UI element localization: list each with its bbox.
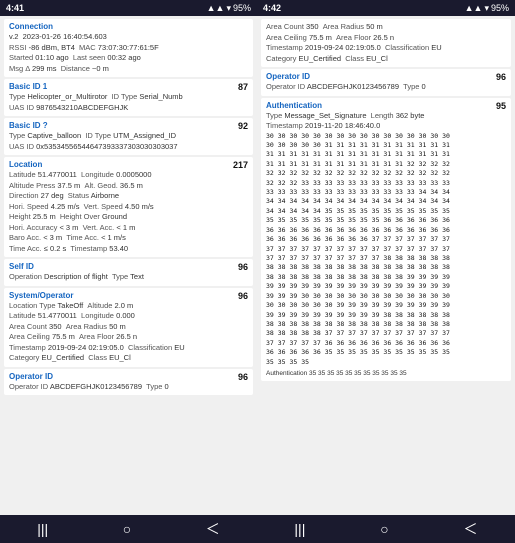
left-nav-home[interactable]: ○ [113,517,141,541]
right-nav-menu[interactable]: ||| [284,517,315,541]
authentication-title: Authentication [266,101,506,110]
left-phone: 4:41 ▲▲ ▾ 95% Connection v.2 2023-01-26 … [0,0,257,543]
right-top-section: Area Count 350 Area Radius 50 m Area Cei… [261,19,511,67]
auth-mono-data: 30 30 30 30 30 30 30 30 30 30 30 30 30 3… [266,132,506,368]
basic-id-1-row-1: Type Helicopter_or_Multirotor ID Type Se… [9,92,248,103]
battery-icon: 95% [233,3,251,13]
right-nav-home[interactable]: ○ [370,517,398,541]
basic-id-1-title: Basic ID 1 [9,82,248,91]
right-phone: 4:42 ▲▲ ▾ 95% Area Count 350 Area Radius… [257,0,515,543]
operator-id-right-section: 96 Operator ID Operator ID ABCDEFGHJK012… [261,69,511,96]
connection-title: Connection [9,22,248,31]
connection-row-3: Started 01:10 ago Last seen 00:32 ago [9,53,248,64]
location-title: Location [9,160,248,169]
system-operator-count: 96 [238,291,248,301]
signal-icon: ▲▲ [207,3,225,13]
left-nav-menu[interactable]: ||| [27,517,58,541]
basic-id-q-count: 92 [238,121,248,131]
operator-id-left-count: 96 [238,372,248,382]
right-nav-back[interactable]: ＜ [454,515,488,543]
authentication-section: 95 Authentication Type Message_Set_Signa… [261,98,511,382]
authentication-count: 95 [496,101,506,111]
basic-id-q-row-1: Type Captive_balloon ID Type UTM_Assigne… [9,131,248,142]
left-bottom-nav: ||| ○ ＜ [0,515,257,543]
operator-id-right-count: 96 [496,72,506,82]
self-id-title: Self ID [9,262,248,271]
basic-id-q-row-2: UAS ID 0x5353455654464739333730303030303… [9,142,248,153]
connection-row-1: v.2 2023-01-26 16:40:54.603 [9,32,248,43]
basic-id-q-title: Basic ID ? [9,121,248,130]
right-battery-icon: 95% [491,3,509,13]
left-status-icons: ▲▲ ▾ 95% [207,3,251,14]
basic-id-1-section: 87 Basic ID 1 Type Helicopter_or_Multiro… [4,79,253,116]
right-time: 4:42 [263,3,281,13]
left-content[interactable]: Connection v.2 2023-01-26 16:40:54.603 R… [0,16,257,515]
connection-section: Connection v.2 2023-01-26 16:40:54.603 R… [4,19,253,77]
connection-row-4: Msg Δ 299 ms Distance ~0 m [9,64,248,75]
basic-id-1-count: 87 [238,82,248,92]
right-status-icons: ▲▲ ▾ 95% [465,3,509,14]
right-status-bar: 4:42 ▲▲ ▾ 95% [257,0,515,16]
self-id-section: 96 Self ID Operation Description of flig… [4,259,253,286]
right-bottom-nav: ||| ○ ＜ [257,515,515,543]
auth-footer: Authentication 35 35 35 35 35 35 35 35 3… [266,369,407,378]
location-section: 217 Location Latitude 51.4770011 Longitu… [4,157,253,257]
operator-id-left-title: Operator ID [9,372,248,381]
left-status-bar: 4:41 ▲▲ ▾ 95% [0,0,257,16]
self-id-count: 96 [238,262,248,272]
location-count: 217 [233,160,248,170]
basic-id-q-section: 92 Basic ID ? Type Captive_balloon ID Ty… [4,118,253,155]
connection-row-2: RSSI -86 dBm, BT4 MAC 73:07:30:77:61:5F [9,43,248,54]
right-signal-icon: ▲▲ [465,3,483,13]
operator-id-right-title: Operator ID [266,72,506,81]
wifi-icon: ▾ [226,3,231,14]
system-operator-section: 96 System/Operator Location Type TakeOff… [4,288,253,367]
operator-id-left-section: 96 Operator ID Operator ID ABCDEFGHJK012… [4,369,253,396]
left-nav-back[interactable]: ＜ [196,515,230,543]
left-time: 4:41 [6,3,24,13]
right-content[interactable]: Area Count 350 Area Radius 50 m Area Cei… [257,16,515,515]
system-operator-title: System/Operator [9,291,248,300]
basic-id-1-row-2: UAS ID 9876543210ABCDEFGHJK [9,103,248,114]
right-wifi-icon: ▾ [484,3,489,14]
